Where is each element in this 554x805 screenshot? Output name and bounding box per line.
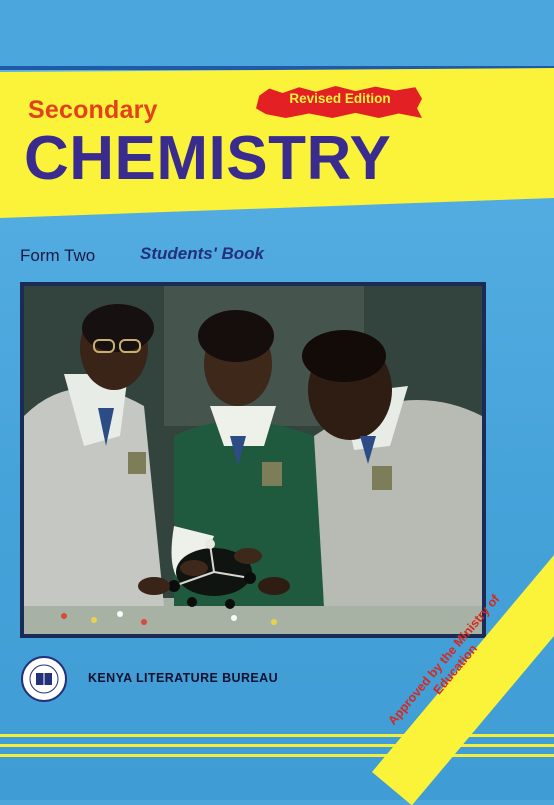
bottom-stripe-2 bbox=[0, 744, 554, 747]
bottom-stripe-3 bbox=[0, 754, 554, 757]
publisher-name: KENYA LITERATURE BUREAU bbox=[88, 671, 278, 685]
form-label: Form Two bbox=[20, 246, 96, 265]
klb-seal-icon bbox=[21, 656, 67, 702]
cover-photo bbox=[24, 286, 482, 634]
students-illustration bbox=[24, 286, 482, 634]
series-label: Secondary bbox=[28, 96, 158, 124]
cover-top-edge bbox=[0, 0, 554, 68]
publisher-logo bbox=[20, 655, 68, 703]
edition-badge-text: Revised Edition bbox=[289, 91, 391, 106]
book-title: CHEMISTRY bbox=[24, 124, 392, 193]
book-type-label: Students' Book bbox=[140, 244, 264, 263]
